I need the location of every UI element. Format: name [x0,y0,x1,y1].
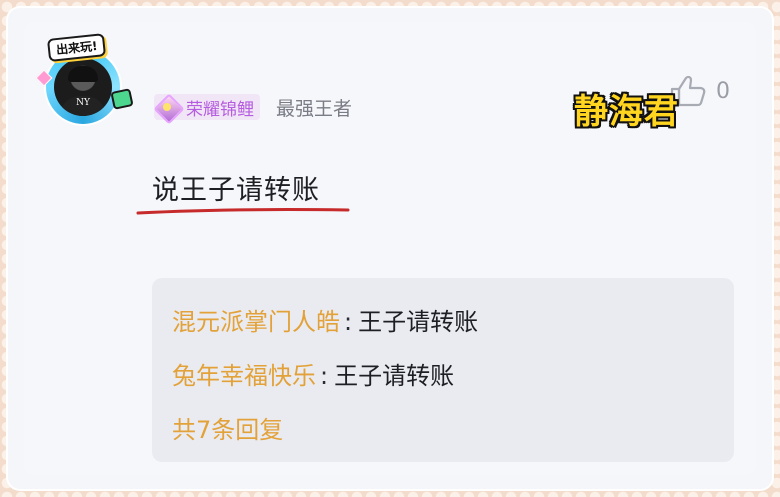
user-info-row: 荣耀锦鲤 最强王者 [152,92,352,125]
reply-author[interactable]: 混元派掌门人皓 [172,308,340,336]
handdrawn-underline [136,208,350,215]
rank-tag: 荣耀锦鲤 [152,92,260,125]
reply-author[interactable]: 兔年幸福快乐 [172,362,316,390]
username[interactable]: 最强王者 [276,94,352,121]
avatar-frame-deco-icon [110,88,134,110]
rank-emblem-icon [152,92,185,125]
reply-panel: 混元派掌门人皓: 王子请转账 兔年幸福快乐: 王子请转账 共7条回复 [152,278,734,462]
like-count: 0 [716,78,730,104]
reply-separator: : [320,362,329,390]
watermark: 静海君 [574,92,679,132]
view-all-replies-link[interactable]: 共7条回复 [172,410,283,445]
reply-separator: : [344,308,353,336]
avatar-photo: NY [54,58,112,116]
reply-text: 王子请转账 [334,362,455,390]
reply-item[interactable]: 混元派掌门人皓: 王子请转账 [172,302,478,337]
reply-text: 王子请转账 [358,308,479,336]
reply-item[interactable]: 兔年幸福快乐: 王子请转账 [172,356,454,391]
avatar-shirt-logo: NY [76,98,90,108]
rank-label: 荣耀锦鲤 [186,99,254,120]
comment-text: 说王子请转账 [152,175,320,206]
avatar[interactable]: NY 出来玩! [35,33,138,126]
avatar-cap [68,66,98,82]
